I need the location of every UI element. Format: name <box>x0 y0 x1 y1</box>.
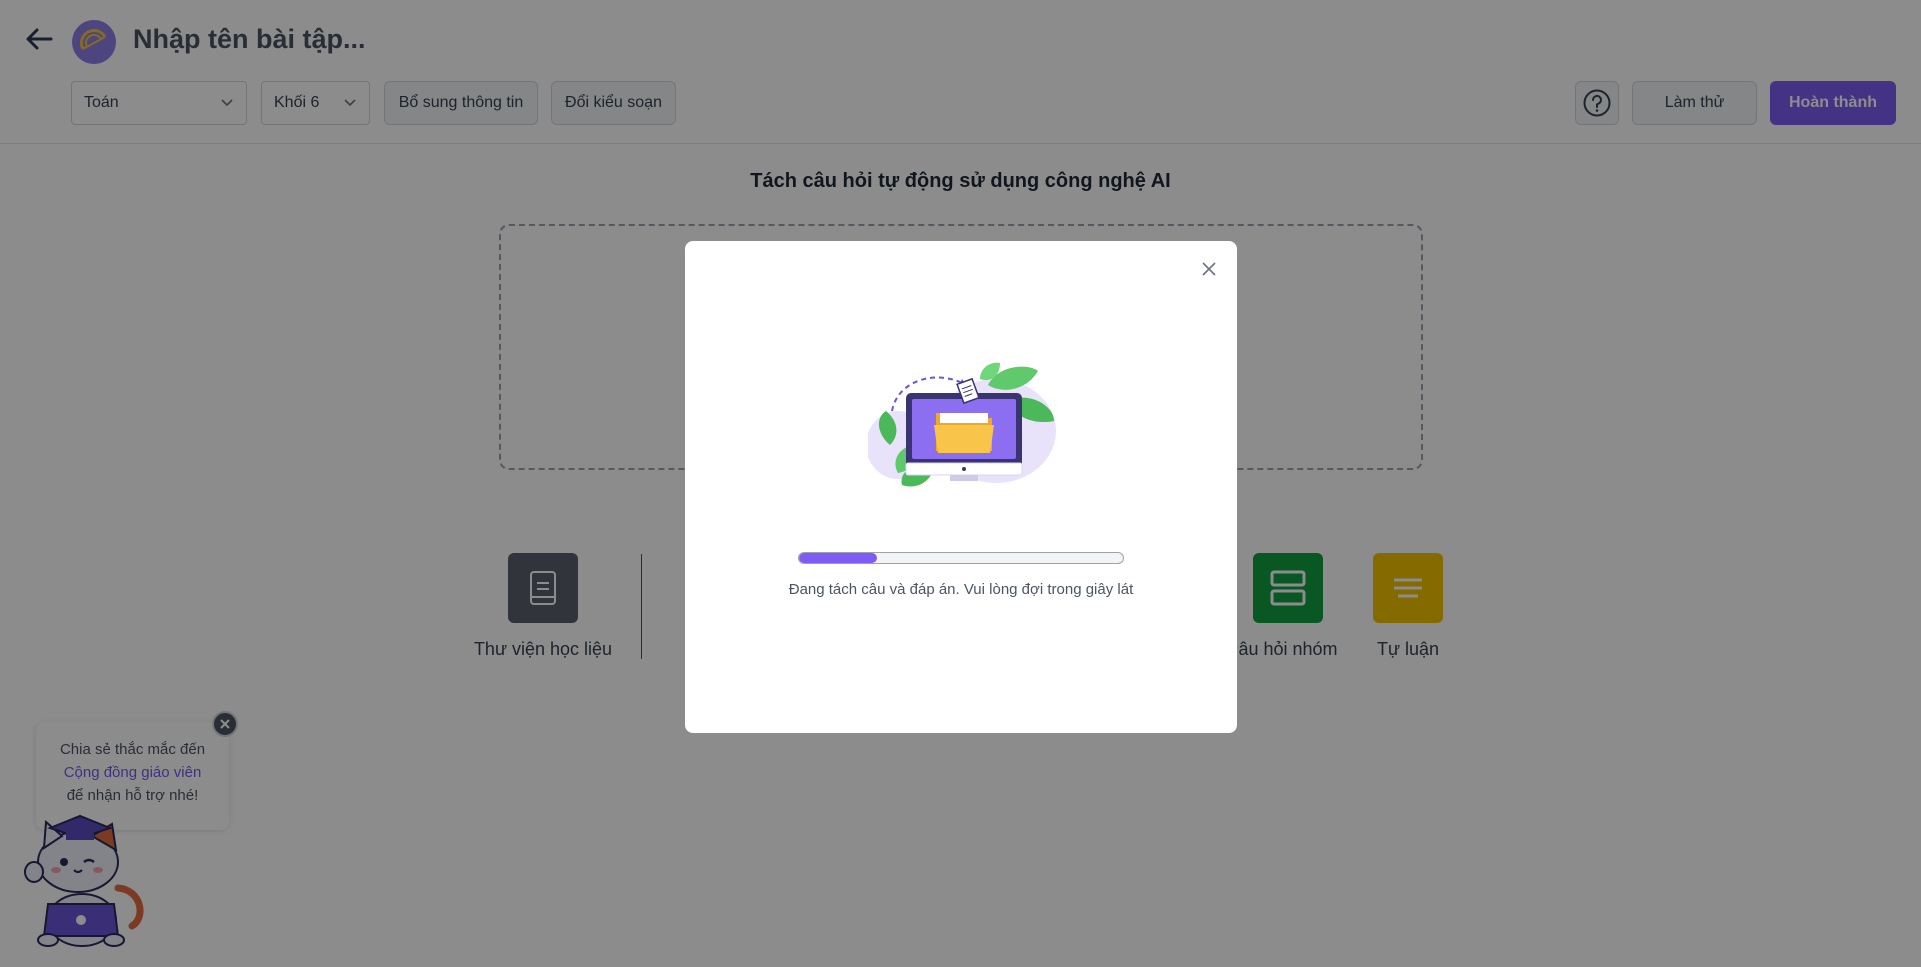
progress-bar <box>798 552 1124 564</box>
folder-monitor-illustration <box>868 362 1056 487</box>
close-icon <box>1202 262 1216 276</box>
progress-bar-fill <box>799 553 877 563</box>
modal-close-button[interactable] <box>1197 257 1221 281</box>
processing-modal: Đang tách câu và đáp án. Vui lòng đợi tr… <box>685 241 1237 733</box>
progress-message: Đang tách câu và đáp án. Vui lòng đợi tr… <box>788 581 1134 598</box>
